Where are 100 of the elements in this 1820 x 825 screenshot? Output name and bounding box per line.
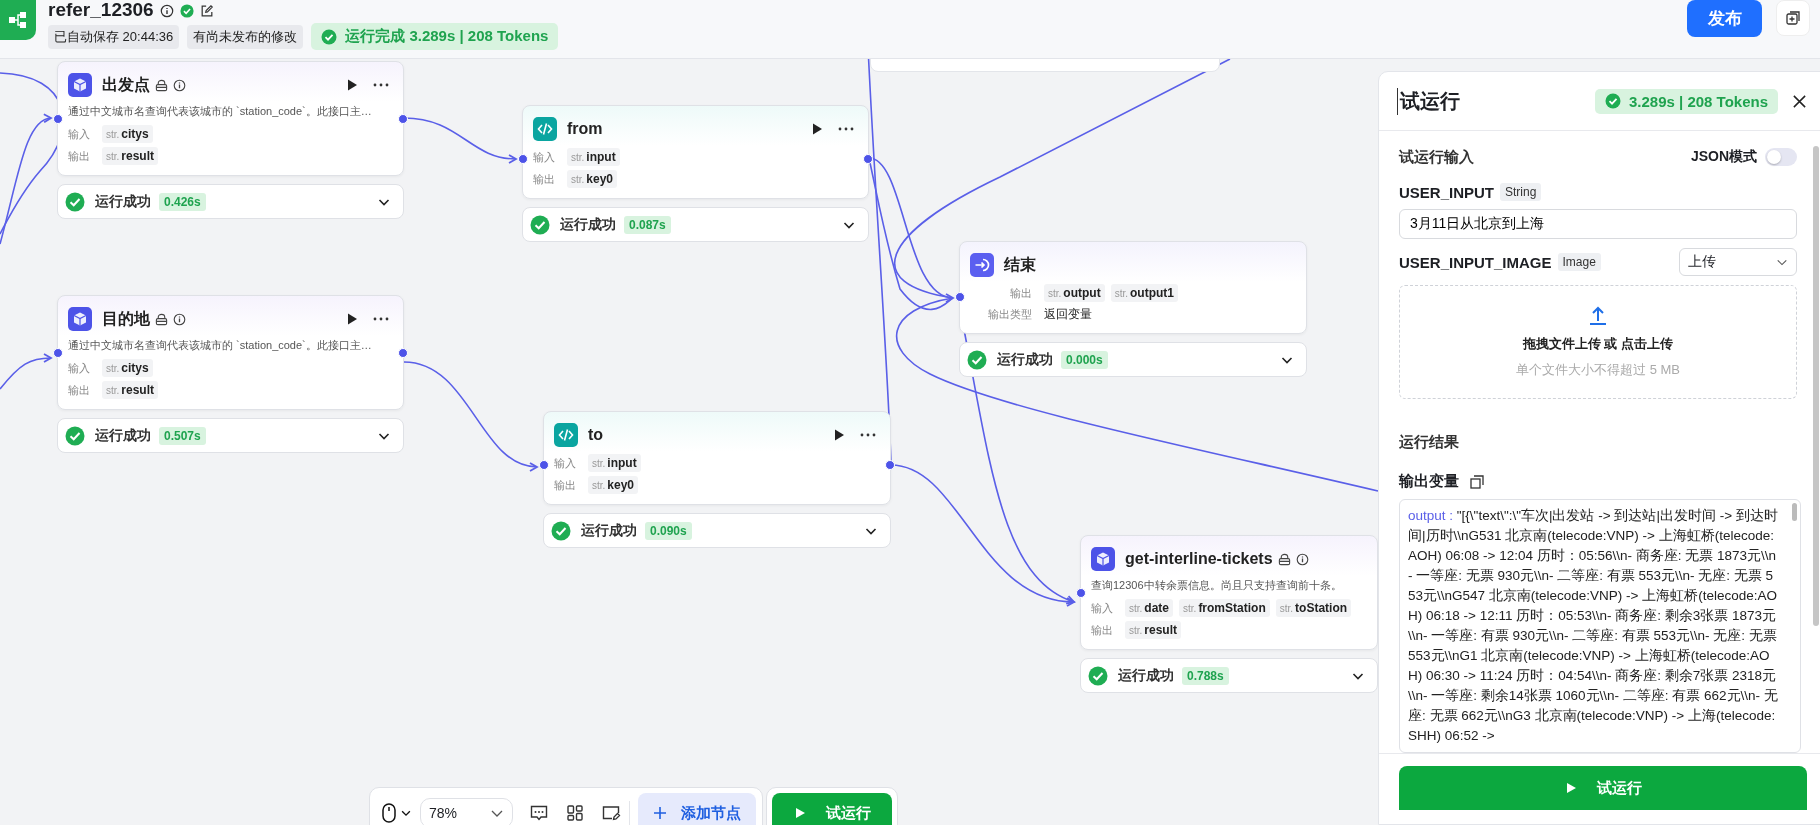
- dropzone-hint: 单个文件大小不得超过 5 MB: [1516, 361, 1680, 379]
- input-port[interactable]: [53, 348, 63, 358]
- node-status-bar[interactable]: 运行成功 0.087s: [522, 207, 869, 242]
- info-icon[interactable]: [173, 312, 186, 326]
- node-title: get-interline-tickets: [1125, 550, 1273, 568]
- code-icon: [554, 423, 578, 447]
- interaction-mode-button[interactable]: [382, 803, 412, 823]
- play-icon: [1564, 782, 1577, 794]
- duration-badge: 0.507s: [159, 426, 206, 445]
- param-tag: str. input: [588, 454, 641, 472]
- duration-badge: 0.000s: [1061, 350, 1108, 369]
- row-label: 输出: [68, 382, 91, 398]
- json-mode-label: JSON模式: [1690, 148, 1757, 166]
- output-port[interactable]: [885, 460, 895, 470]
- param-tag: str. date: [1125, 599, 1174, 617]
- upload-dropzone[interactable]: 拖拽文件上传 或 点击上传 单个文件大小不得超过 5 MB: [1399, 285, 1797, 399]
- scrollbar[interactable]: [1792, 503, 1797, 521]
- close-icon[interactable]: [1792, 93, 1807, 109]
- param-tag: str. key0: [567, 170, 618, 188]
- param-tag: str. output1: [1110, 284, 1178, 302]
- check-circle-icon: [65, 425, 85, 446]
- node-status-bar[interactable]: 运行成功 0.788s: [1080, 658, 1378, 693]
- row-label: 输出: [1009, 285, 1032, 301]
- check-circle-icon: [1088, 665, 1108, 686]
- param-tag: str. output: [1044, 284, 1105, 302]
- panel-title: 试运行: [1397, 87, 1460, 115]
- edit-icon[interactable]: [199, 4, 214, 18]
- more-icon[interactable]: [838, 127, 854, 131]
- node-status-bar[interactable]: 运行成功 0.507s: [57, 418, 404, 453]
- row-label: 输出类型: [987, 307, 1032, 322]
- play-icon[interactable]: [810, 122, 824, 136]
- cube-icon: [1091, 547, 1115, 571]
- play-icon[interactable]: [832, 428, 846, 442]
- output-port[interactable]: [398, 114, 408, 124]
- cube-icon: [68, 73, 92, 97]
- more-icon[interactable]: [373, 317, 389, 321]
- input-field[interactable]: 3月11日从北京到上海: [1399, 209, 1797, 239]
- input-port[interactable]: [1076, 588, 1086, 598]
- check-circle-icon: [65, 191, 85, 212]
- section-title: 运行结果: [1399, 433, 1460, 452]
- comment-icon[interactable]: [529, 803, 549, 823]
- node-title: to: [588, 426, 604, 444]
- autosave-badge: 已自动保存 20:44:36: [48, 24, 180, 49]
- input-port[interactable]: [539, 460, 549, 470]
- status-text: 运行成功: [95, 192, 151, 211]
- output-port[interactable]: [863, 154, 873, 164]
- screen-pen-icon[interactable]: [601, 803, 621, 823]
- upload-mode-select[interactable]: 上传: [1679, 248, 1797, 276]
- param-tag: str. toStation: [1275, 599, 1352, 617]
- row-label: 输出: [1091, 622, 1114, 638]
- upload-icon: [1587, 305, 1609, 327]
- play-icon: [793, 807, 806, 819]
- field-label: USER_INPUT: [1399, 183, 1495, 201]
- row-label: 输出: [533, 171, 556, 187]
- node-status-bar[interactable]: 运行成功 0.000s: [959, 342, 1307, 377]
- param-tag: str. result: [102, 147, 159, 165]
- info-icon[interactable]: [159, 4, 174, 18]
- param-tag: str. result: [1125, 621, 1182, 639]
- input-port[interactable]: [518, 154, 528, 164]
- play-icon[interactable]: [345, 78, 359, 92]
- copy-icon[interactable]: [1469, 473, 1485, 490]
- more-icon[interactable]: [373, 83, 389, 87]
- row-label: 输出: [68, 148, 91, 164]
- row-value: 返回变量: [1044, 306, 1092, 323]
- connector-line: [0, 353, 52, 390]
- node-status-bar[interactable]: 运行成功 0.090s: [543, 513, 891, 548]
- scrollbar[interactable]: [1813, 146, 1819, 626]
- node-description: 通过中文城市名查询代表该城市的 `station_code`。此接口主…: [68, 104, 373, 119]
- row-label: 输入: [554, 455, 577, 471]
- code-icon: [533, 117, 557, 141]
- info-icon[interactable]: [173, 78, 186, 92]
- run-result-badge: 3.289s | 208 Tokens: [1595, 88, 1778, 114]
- publish-button[interactable]: 发布: [1687, 0, 1762, 37]
- plus-icon: [653, 806, 667, 820]
- param-tag: str. citys: [102, 125, 153, 143]
- lock-icon: [1277, 552, 1291, 566]
- node-title: 出发点: [102, 74, 150, 95]
- node-description: 通过中文城市名查询代表该城市的 `station_code`。此接口主…: [68, 338, 373, 353]
- input-port[interactable]: [53, 114, 63, 124]
- exit-icon: [970, 253, 994, 277]
- input-port[interactable]: [955, 292, 965, 302]
- json-mode-toggle[interactable]: [1765, 148, 1797, 166]
- add-window-button[interactable]: [1776, 0, 1810, 36]
- param-tag: str. key0: [588, 476, 639, 494]
- check-circle-icon: [967, 349, 987, 370]
- play-icon[interactable]: [345, 312, 359, 326]
- row-label: 输入: [1091, 600, 1114, 616]
- param-tag: str. citys: [102, 359, 153, 377]
- add-node-button[interactable]: 添加节点: [638, 793, 756, 825]
- param-tag: str. input: [567, 148, 620, 166]
- lock-icon: [155, 78, 168, 92]
- more-icon[interactable]: [860, 433, 876, 437]
- check-circle-icon: [551, 520, 571, 541]
- field-label: USER_INPUT_IMAGE: [1399, 253, 1552, 271]
- duration-badge: 0.788s: [1182, 666, 1229, 685]
- info-icon[interactable]: [1295, 552, 1309, 566]
- node-status-bar[interactable]: 运行成功 0.426s: [57, 184, 404, 219]
- node-title: 目的地: [102, 308, 150, 329]
- layout-icon[interactable]: [565, 803, 585, 823]
- output-port[interactable]: [398, 348, 408, 358]
